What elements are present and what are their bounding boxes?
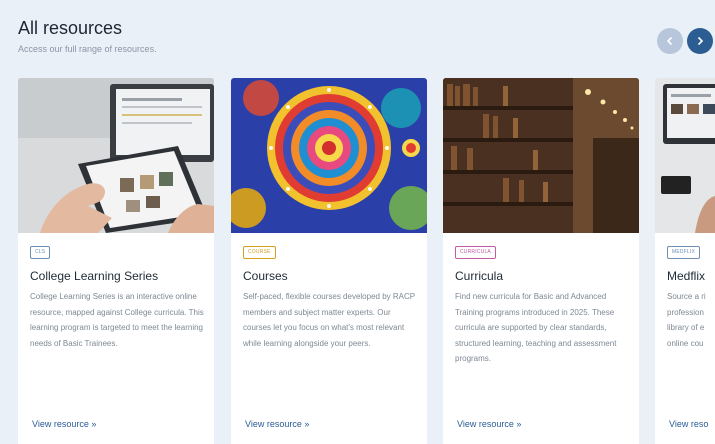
card-badge: COURSE — [243, 246, 276, 259]
carousel-prev-button[interactable] — [657, 28, 683, 54]
resource-card-cls[interactable]: CLS College Learning Series College Lear… — [18, 78, 214, 444]
card-badge: MEDFLIX — [667, 246, 701, 259]
resource-card-medflix[interactable]: MEDFLIX Medflix Source a ri profession l… — [655, 78, 715, 444]
resource-card-curricula[interactable]: CURRICULA Curricula Find new curricula f… — [443, 78, 639, 444]
card-description: Self-paced, flexible courses developed b… — [243, 292, 415, 348]
card-title: Medflix — [667, 269, 706, 283]
resource-card-courses[interactable]: COURSE Courses Self-paced, flexible cour… — [231, 78, 427, 444]
card-description: College Learning Series is an interactiv… — [30, 292, 204, 348]
card-title: College Learning Series — [30, 269, 159, 283]
card-title: Curricula — [455, 269, 504, 283]
card-title: Courses — [243, 269, 288, 283]
section-subtitle: Access our full range of resources. — [18, 44, 157, 54]
view-resource-link[interactable]: View resource » — [245, 419, 309, 429]
card-image-tablet-laptop — [18, 78, 214, 233]
chevron-right-icon — [697, 36, 704, 46]
card-image-indigenous-artwork — [231, 78, 427, 233]
all-resources-section: All resources Access our full range of r… — [0, 0, 715, 444]
card-description: Source a ri profession library of e onli… — [667, 292, 706, 348]
view-resource-link[interactable]: View resource » — [457, 419, 521, 429]
carousel-next-button[interactable] — [687, 28, 713, 54]
view-resource-link[interactable]: View resource » — [32, 419, 96, 429]
card-badge: CLS — [30, 246, 51, 259]
card-image-laptop-user — [655, 78, 715, 233]
card-badge: CURRICULA — [455, 246, 496, 259]
chevron-left-icon — [666, 36, 673, 46]
section-title: All resources — [18, 18, 123, 38]
card-description: Find new curricula for Basic and Advance… — [455, 292, 617, 363]
card-image-library-shelves — [443, 78, 639, 233]
view-resource-link[interactable]: View reso — [669, 419, 708, 429]
